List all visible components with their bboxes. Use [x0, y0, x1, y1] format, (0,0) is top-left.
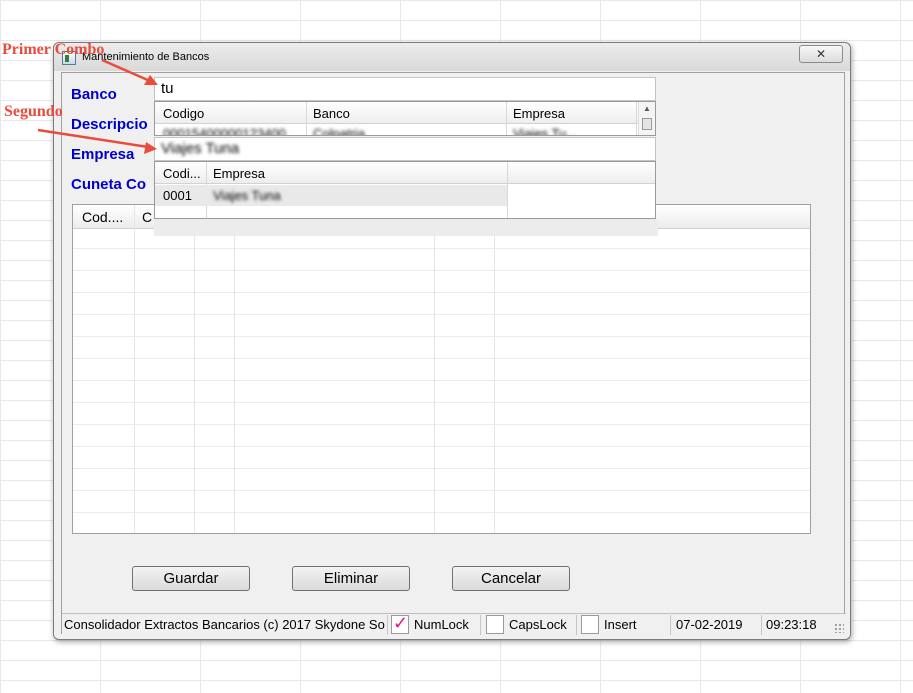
status-insert: Insert [604, 617, 637, 632]
status-time: 09:23:18 [766, 617, 817, 632]
close-button[interactable]: ✕ [799, 45, 843, 63]
save-button[interactable]: Guardar [132, 566, 250, 591]
numlock-checkbox[interactable]: ✓ [391, 613, 409, 634]
banco-col-empresa[interactable]: Empresa [513, 106, 565, 121]
empresa-combo-value: Viajes Tuna [161, 140, 240, 157]
resize-grip-icon[interactable] [834, 623, 844, 633]
checkmark-icon: ✓ [393, 613, 409, 633]
status-separator [387, 615, 388, 635]
banco-col-divider [636, 102, 637, 135]
empresa-dropdown-header: Codi... Empresa [155, 162, 655, 184]
grid-column-divider [234, 205, 235, 533]
delete-button[interactable]: Eliminar [292, 566, 410, 591]
scroll-thumb[interactable] [642, 118, 652, 130]
grid-header-col2[interactable]: C [142, 209, 152, 225]
bancos-grid[interactable]: Cod.... C [72, 204, 811, 534]
dropdown-footer-shadow [154, 219, 658, 236]
banco-dropdown-scrollbar[interactable]: ▲ [638, 102, 655, 135]
status-date: 07-02-2019 [676, 617, 743, 632]
banco-col-divider [306, 102, 307, 135]
status-numlock: NumLock [414, 617, 469, 632]
banco-row-empresa: Viajes Tu... [513, 126, 578, 136]
insert-checkbox[interactable] [581, 615, 599, 634]
empresa-col-codigo[interactable]: Codi... [163, 166, 201, 181]
banco-row-banco: Colpatria [313, 126, 366, 136]
grid-column-divider [134, 205, 135, 533]
label-empresa: Empresa [71, 146, 135, 163]
empresa-combo-input[interactable]: Viajes Tuna [154, 137, 656, 161]
scroll-up-icon[interactable]: ▲ [643, 104, 651, 113]
empresa-row-codigo: 0001 [163, 188, 192, 203]
banco-row-codigo: 00015400000123400 [163, 126, 286, 136]
banco-col-codigo[interactable]: Codigo [163, 106, 204, 121]
status-separator [576, 615, 577, 635]
status-capslock: CapsLock [509, 617, 567, 632]
banco-combo-input[interactable]: tu [154, 77, 656, 101]
banco-col-banco[interactable]: Banco [313, 106, 350, 121]
status-separator [761, 615, 762, 635]
empresa-row-empresa: Viajes Tuna [213, 188, 281, 203]
status-bar: Consolidador Extractos Bancarios (c) 201… [62, 613, 846, 635]
title-bar[interactable]: Mantenimiento de Bancos ✕ [54, 43, 850, 71]
banco-combo-value: tu [161, 80, 174, 97]
empresa-col-divider [507, 162, 508, 218]
annotation-primer-combo: Primer Combo [2, 41, 105, 58]
label-banco: Banco [71, 86, 117, 103]
status-separator [480, 615, 481, 635]
empresa-combo-dropdown[interactable]: Codi... Empresa 0001 Viajes Tuna [154, 161, 656, 219]
grid-column-divider [494, 205, 495, 533]
grid-column-divider [434, 205, 435, 533]
status-copyright: Consolidador Extractos Bancarios (c) 201… [64, 617, 385, 632]
label-cuenta: Cuneta Co [71, 176, 146, 193]
banco-combo-dropdown[interactable]: Codigo Banco Empresa 00015400000123400 C… [154, 101, 656, 136]
empresa-dropdown-row[interactable]: 0001 Viajes Tuna [155, 185, 507, 206]
capslock-checkbox[interactable] [486, 615, 504, 634]
empresa-col-empresa[interactable]: Empresa [213, 166, 265, 181]
grid-header-codigo[interactable]: Cod.... [82, 209, 123, 225]
grid-column-divider [194, 205, 195, 533]
banco-dropdown-header: Codigo Banco Empresa [155, 102, 655, 124]
label-descripcion: Descripcio [71, 116, 148, 133]
close-icon: ✕ [815, 47, 827, 61]
status-separator [670, 615, 671, 635]
cancel-button[interactable]: Cancelar [452, 566, 570, 591]
banco-col-divider [506, 102, 507, 135]
annotation-segundo: Segundo [4, 103, 63, 120]
